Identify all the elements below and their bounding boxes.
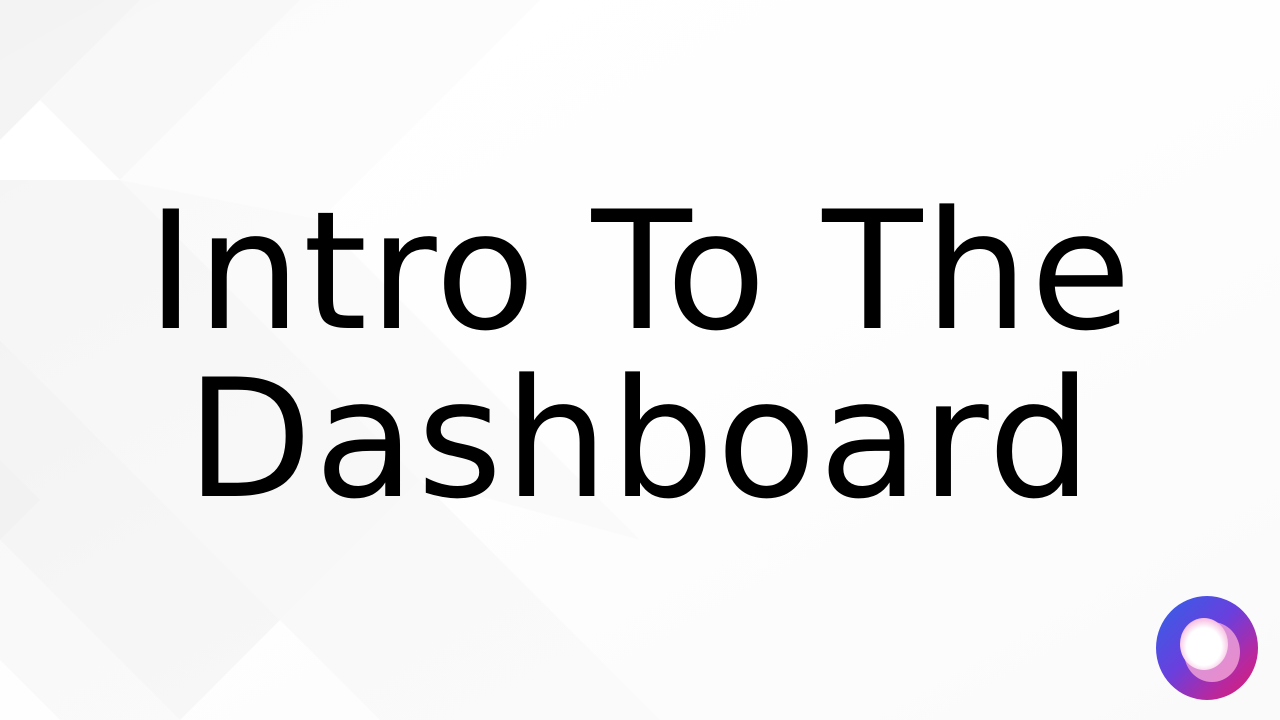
slide-title: Intro To The Dashboard	[0, 188, 1280, 524]
ring-logo-icon	[1156, 596, 1258, 700]
title-line-1: Intro To The	[146, 176, 1134, 367]
logo-svg	[1156, 596, 1258, 700]
title-line-2: Dashboard	[186, 344, 1094, 535]
